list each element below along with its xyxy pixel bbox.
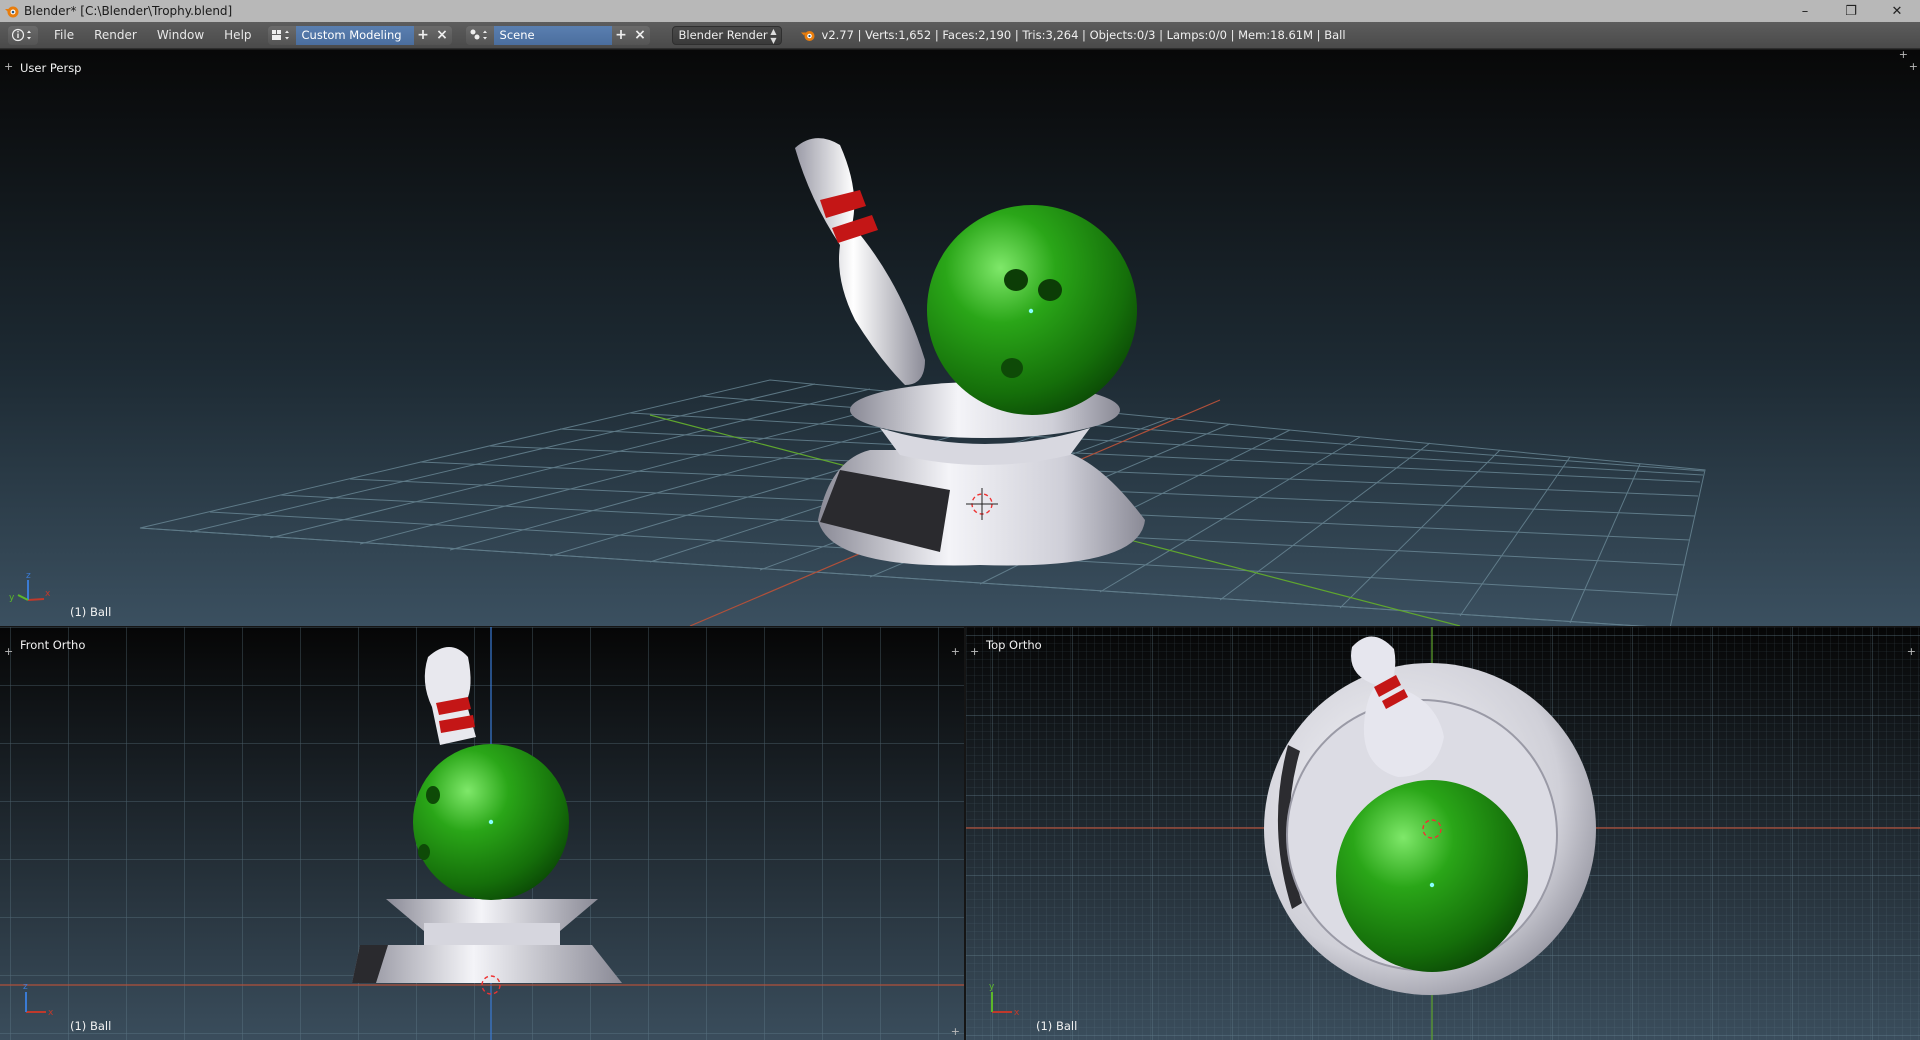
trophy-neck — [424, 923, 560, 945]
delete-scene-button[interactable]: × — [630, 25, 650, 45]
object-origin — [1429, 882, 1435, 888]
dropdown-arrows-icon: ▲ ▼ — [770, 26, 777, 45]
viewport-label: Front Ortho — [20, 638, 86, 652]
main-menu: File Render Window Help — [44, 28, 262, 42]
perspective-scene: x z y — [9, 138, 1706, 626]
menu-help[interactable]: Help — [214, 28, 261, 42]
window-title: Blender* [C:\Blender\Trophy.blend] — [24, 4, 233, 18]
object-origin — [1028, 308, 1034, 314]
scene-browse-button[interactable] — [465, 25, 494, 45]
blender-logo-icon — [800, 31, 815, 41]
active-object-label: (1) Ball — [1036, 1019, 1078, 1033]
delete-layout-button[interactable]: × — [432, 25, 452, 45]
title-bar: Blender* [C:\Blender\Trophy.blend] – ❐ ✕ — [0, 0, 1920, 22]
info-header: File Render Window Help Custom Modeling … — [0, 22, 1920, 49]
close-button[interactable]: ✕ — [1874, 0, 1920, 22]
layout-name-field[interactable]: Custom Modeling — [295, 25, 414, 45]
scene-icon — [470, 29, 487, 40]
viewport-user-perspective[interactable]: x z y User Persp (1) Ball + + + — [0, 50, 1920, 626]
active-object-label: (1) Ball — [70, 605, 112, 619]
axis-label-z: z — [26, 571, 31, 581]
minimize-button[interactable]: – — [1782, 0, 1828, 22]
finger-hole-2 — [1038, 279, 1062, 301]
restore-button[interactable]: ❐ — [1828, 0, 1874, 22]
axis-gizmo — [17, 580, 45, 601]
finger-hole — [426, 786, 440, 804]
axis-label-x: x — [1014, 1008, 1020, 1018]
add-layout-button[interactable]: + — [413, 25, 433, 45]
scene-statistics: v2.77 | Verts:1,652 | Faces:2,190 | Tris… — [800, 27, 1346, 43]
viewport-top-ortho[interactable]: x y Top Ortho (1) Ball + + — [966, 627, 1920, 1040]
scene-name-field[interactable]: Scene — [493, 25, 612, 45]
corner-plus-icon[interactable]: + — [4, 645, 13, 658]
axis-label-y: y — [9, 593, 15, 603]
bowling-pin — [795, 138, 925, 385]
axis-label-x: x — [48, 1008, 54, 1018]
corner-plus-icon[interactable]: + — [1907, 645, 1916, 658]
editor-type-button[interactable] — [8, 25, 38, 45]
render-engine-dropdown[interactable]: Blender Render ▲ ▼ — [671, 25, 782, 45]
layout-browse-button[interactable] — [267, 25, 296, 45]
axis-label-x: x — [45, 589, 51, 599]
corner-plus-icon[interactable]: + — [1909, 60, 1918, 73]
object-origin — [488, 819, 494, 825]
scene-selector: Scene + × — [465, 25, 650, 45]
thumb-hole — [1001, 358, 1023, 378]
finger-hole-1 — [1004, 269, 1028, 291]
render-engine-value: Blender Render — [678, 28, 768, 42]
corner-plus-icon[interactable]: + — [970, 645, 979, 658]
menu-file[interactable]: File — [44, 28, 84, 42]
bowling-ball — [1336, 780, 1528, 972]
axis-label-z: z — [23, 982, 28, 992]
front-ortho-scene: x z — [0, 627, 964, 1040]
viewport-label: Top Ortho — [986, 638, 1042, 652]
corner-plus-icon[interactable]: + — [951, 645, 960, 658]
info-icon — [12, 28, 31, 42]
corner-plus-icon[interactable]: + — [951, 1025, 960, 1038]
top-ortho-scene: x y — [966, 627, 1920, 1040]
menu-render[interactable]: Render — [84, 28, 147, 42]
layout-grid-icon — [271, 30, 289, 40]
viewport-label: User Persp — [20, 61, 82, 75]
finger-hole — [418, 844, 430, 860]
menu-window[interactable]: Window — [147, 28, 214, 42]
active-object-label: (1) Ball — [70, 1019, 112, 1033]
viewport-front-ortho[interactable]: x z Front Ortho (1) Ball + + + — [0, 627, 964, 1040]
stats-text: v2.77 | Verts:1,652 | Faces:2,190 | Tris… — [821, 28, 1346, 42]
blender-logo-icon — [5, 6, 19, 18]
corner-plus-icon[interactable]: + — [4, 60, 13, 73]
add-scene-button[interactable]: + — [611, 25, 631, 45]
axis-label-y: y — [989, 982, 995, 992]
corner-plus-icon[interactable]: + — [1899, 50, 1908, 61]
screen-layout-selector: Custom Modeling + × — [267, 25, 452, 45]
